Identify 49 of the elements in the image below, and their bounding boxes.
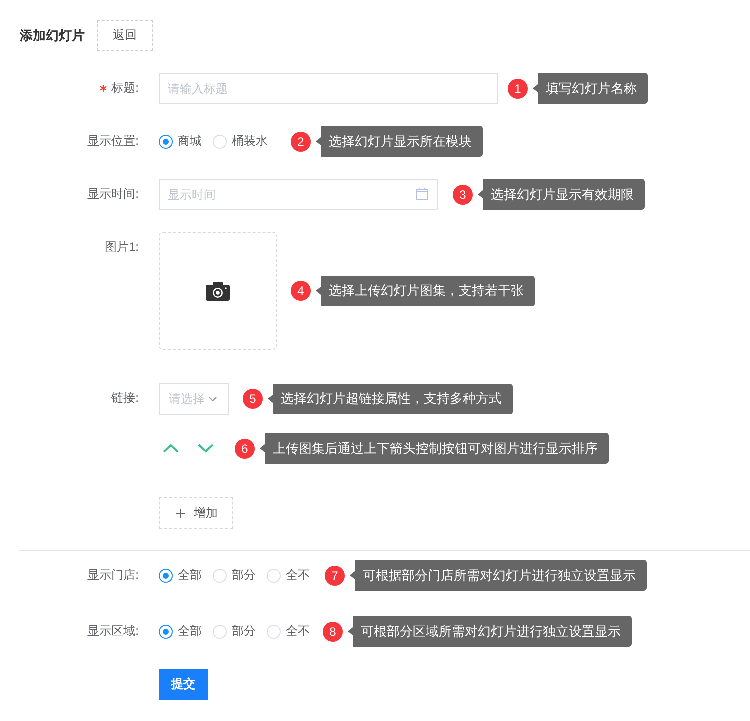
camera-icon (206, 282, 230, 300)
chevron-up-icon (163, 444, 179, 453)
page-title: 添加幻灯片 (20, 26, 85, 44)
chevron-down-icon (209, 396, 217, 402)
callout-number: 3 (453, 184, 473, 204)
field-label: 显示门店: (88, 567, 139, 584)
field-label: 显示位置: (88, 133, 139, 150)
title-input[interactable]: 请输入标题 (159, 73, 498, 104)
move-up-button[interactable] (163, 444, 179, 453)
callout-tooltip: 可根部分区域所需对幻灯片进行独立设置显示 (348, 616, 632, 647)
field-label: 标题: (112, 80, 139, 97)
radio-option[interactable]: 全不 (267, 623, 310, 640)
radio-icon[interactable] (159, 568, 173, 582)
callout-tooltip: 可根据部分门店所需对幻灯片进行独立设置显示 (350, 560, 647, 591)
back-button[interactable]: 返回 (97, 20, 153, 51)
callout-tooltip: 选择幻灯片显示所在模块 (316, 126, 483, 157)
radio-option[interactable]: 部分 (213, 567, 256, 584)
submit-button[interactable]: 提交 (159, 669, 208, 700)
callout-tooltip: 填写幻灯片名称 (533, 73, 648, 104)
radio-option[interactable]: 全部 (159, 567, 202, 584)
radio-option[interactable]: 桶装水 (213, 133, 268, 150)
move-down-button[interactable] (198, 444, 214, 453)
callout-tooltip: 上传图集后通过上下箭头控制按钮可对图片进行显示排序 (260, 433, 609, 464)
callout-number: 5 (243, 389, 263, 409)
callout-tooltip: 选择幻灯片超链接属性，支持多种方式 (268, 384, 513, 414)
field-label: 显示区域: (88, 623, 139, 640)
radio-option[interactable]: 部分 (213, 623, 256, 640)
callout-tooltip: 选择上传幻灯片图集，支持若干张 (316, 276, 535, 306)
callout-number: 6 (235, 438, 255, 458)
plus-icon (176, 508, 185, 518)
callout-number: 2 (291, 132, 311, 152)
image-upload-area[interactable] (159, 232, 277, 350)
callout-number: 8 (323, 622, 343, 642)
date-field[interactable]: 显示时间 (159, 179, 438, 210)
calendar-icon (416, 188, 428, 200)
field-label: 显示时间: (88, 186, 139, 203)
add-button[interactable]: 增加 (159, 497, 233, 529)
radio-icon[interactable] (159, 134, 173, 148)
radio-option[interactable]: 商城 (159, 133, 202, 150)
callout-number: 1 (508, 78, 528, 98)
callout-tooltip: 选择幻灯片显示有效期限 (478, 179, 645, 210)
field-label: 链接: (112, 390, 139, 407)
radio-option[interactable]: 全不 (267, 567, 310, 584)
callout-number: 4 (291, 281, 311, 301)
callout-number: 7 (325, 566, 345, 586)
chevron-down-icon (198, 444, 214, 453)
field-label: 图片1: (104, 239, 139, 256)
radio-icon[interactable] (159, 624, 173, 638)
radio-option[interactable]: 全部 (159, 623, 202, 640)
